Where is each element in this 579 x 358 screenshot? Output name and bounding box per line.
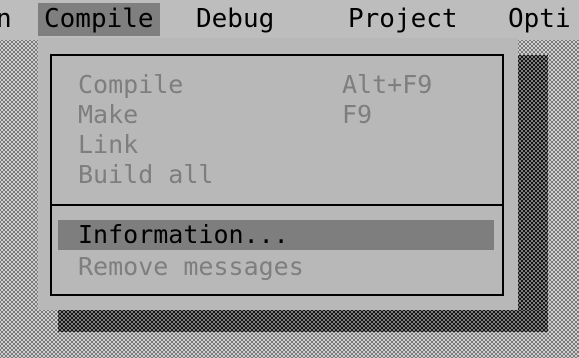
menu-option-shortcut: Alt+F9 xyxy=(342,70,433,99)
menu-options-partial[interactable]: Opti xyxy=(508,3,571,36)
dropdown-shadow-bottom xyxy=(58,310,548,332)
menu-option-label: Link xyxy=(78,130,139,159)
menu-option-remove-messages[interactable]: Remove messages xyxy=(58,252,494,282)
menu-option-make[interactable]: Make F9 xyxy=(58,100,494,130)
menu-option-link[interactable]: Link xyxy=(58,130,494,160)
menu-option-label: Information... xyxy=(78,220,289,249)
menu-compile[interactable]: Compile xyxy=(38,3,160,36)
menu-debug[interactable]: Debug xyxy=(196,3,274,36)
menu-option-information[interactable]: Information... xyxy=(58,220,494,250)
menu-option-label: Make xyxy=(78,100,139,129)
menu-project[interactable]: Project xyxy=(348,3,458,36)
menu-option-shortcut: F9 xyxy=(342,100,373,129)
menu-option-label: Compile xyxy=(78,70,184,99)
dropdown-shadow-right xyxy=(518,55,548,332)
dropdown-frame: Compile Alt+F9 Make F9 Link Build all In… xyxy=(50,54,504,296)
menu-option-label: Remove messages xyxy=(78,252,304,281)
menu-option-build-all[interactable]: Build all xyxy=(58,160,494,190)
menu-option-compile[interactable]: Compile Alt+F9 xyxy=(58,70,494,100)
menu-item-partial-left[interactable]: n xyxy=(0,3,12,36)
compile-menu-dropdown: Compile Alt+F9 Make F9 Link Build all In… xyxy=(38,38,518,310)
menu-separator xyxy=(52,204,502,206)
menu-option-label: Build all xyxy=(78,160,214,189)
menu-bar: n Compile Debug Project Opti xyxy=(0,0,579,40)
